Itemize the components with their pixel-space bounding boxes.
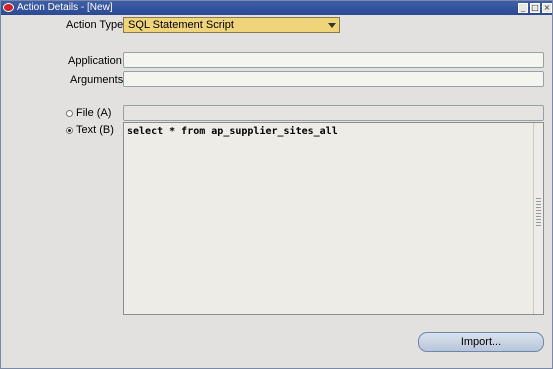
- scrollbar-grip-icon[interactable]: [536, 198, 541, 228]
- file-radio[interactable]: [66, 110, 73, 117]
- file-field[interactable]: [123, 105, 544, 121]
- action-details-window: Action Details - [New] _ □ × Action Type…: [0, 0, 553, 369]
- application-label: Application: [68, 55, 122, 67]
- file-radio-label: File (A): [76, 107, 112, 119]
- sql-text-area[interactable]: select * from ap_supplier_sites_all: [123, 122, 544, 315]
- maximize-icon[interactable]: □: [530, 3, 540, 13]
- text-radio-label: Text (B): [76, 124, 114, 136]
- action-type-value: SQL Statement Script: [128, 19, 234, 31]
- arguments-field[interactable]: [123, 71, 544, 87]
- action-type-select[interactable]: SQL Statement Script: [123, 17, 340, 33]
- application-field[interactable]: [123, 52, 544, 68]
- close-icon[interactable]: ×: [542, 3, 552, 13]
- import-button[interactable]: Import...: [418, 332, 544, 352]
- action-type-label: Action Type: [66, 19, 124, 31]
- chevron-down-icon[interactable]: [328, 23, 336, 28]
- arguments-label: Arguments: [70, 74, 124, 86]
- sql-text: select * from ap_supplier_sites_all: [127, 126, 338, 137]
- title-bar: Action Details - [New] _ □ ×: [1, 1, 552, 15]
- window-title: Action Details - [New]: [17, 2, 113, 13]
- oracle-logo-icon: [3, 3, 14, 12]
- minimize-icon[interactable]: _: [518, 3, 528, 13]
- text-radio[interactable]: [66, 127, 73, 134]
- text-scrollbar[interactable]: [533, 123, 543, 314]
